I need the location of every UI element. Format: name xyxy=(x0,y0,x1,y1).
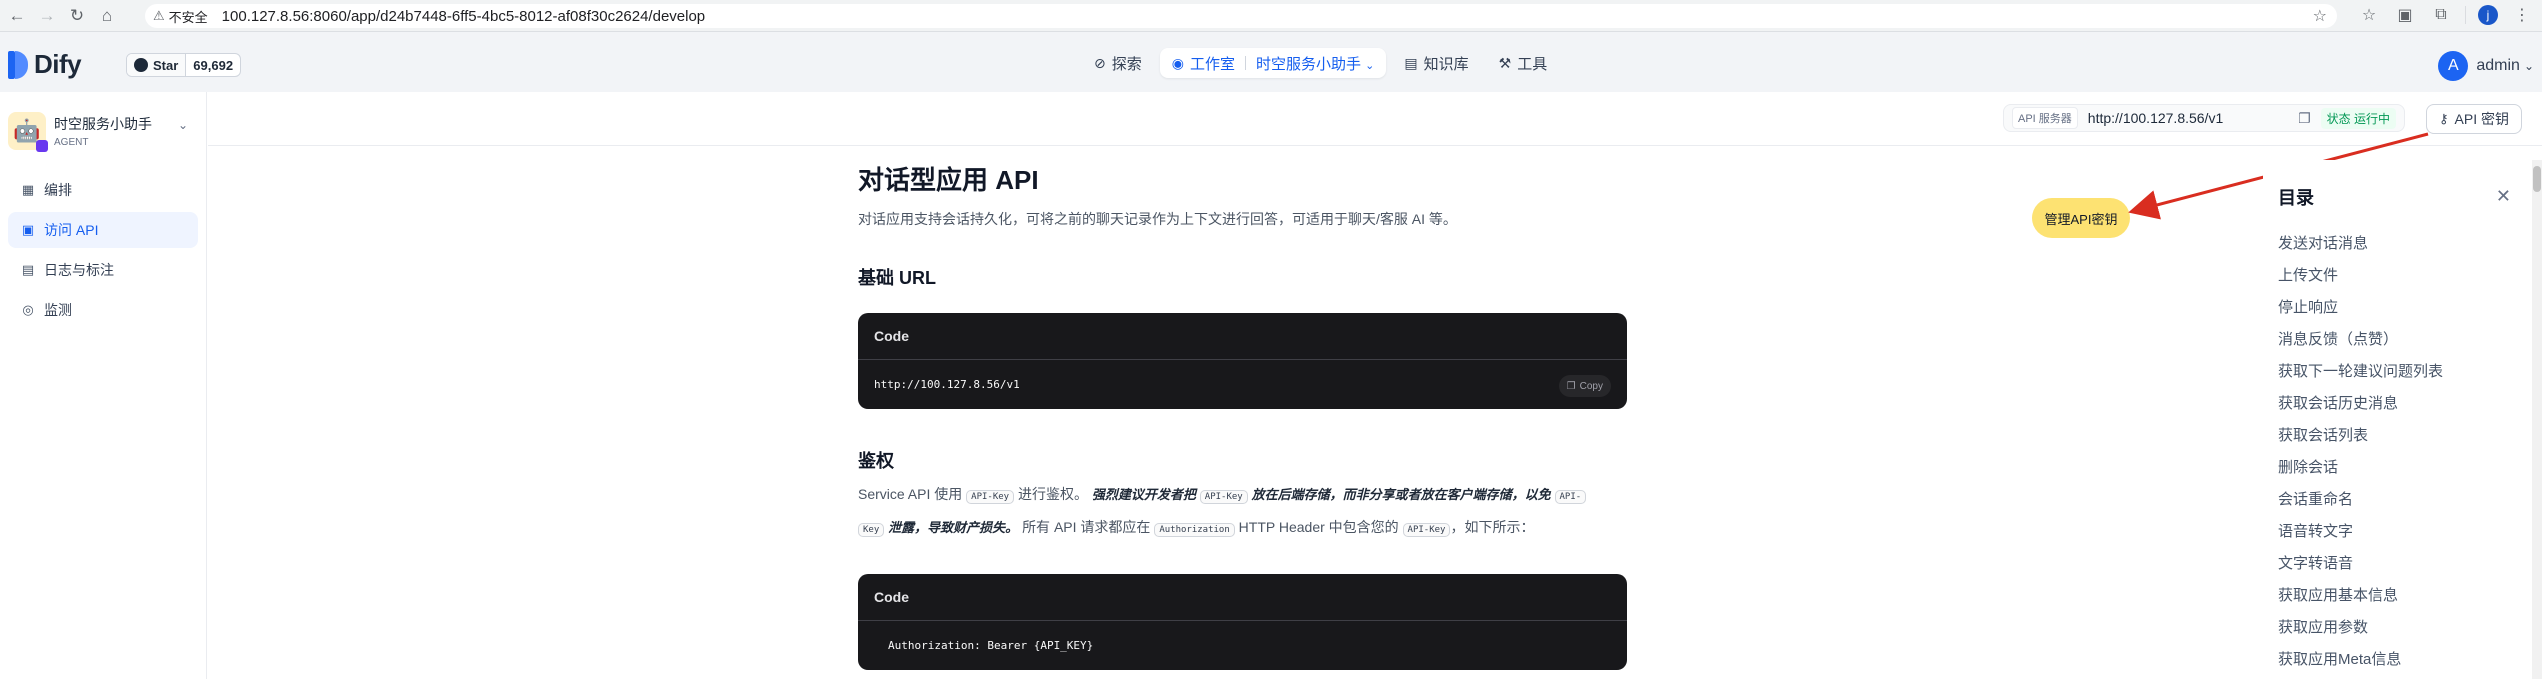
toc-item[interactable]: 消息反馈（点赞） xyxy=(2278,322,2527,354)
monitor-icon: ◎ xyxy=(22,302,34,317)
auth-paragraph: Service API 使用 API-Key 进行鉴权。 强烈建议开发者把 AP… xyxy=(858,479,1628,545)
app-name: 时空服务小助手 xyxy=(54,116,152,132)
favorites-icon[interactable]: ☆ xyxy=(2357,3,2381,27)
sidebar-item-monitor[interactable]: ◎ 监测 xyxy=(8,292,198,328)
copy-button[interactable]: ❐ Copy xyxy=(1558,375,1611,397)
annotation-callout: 管理API密钥 xyxy=(2032,198,2130,238)
nav-tools[interactable]: ⚒ 工具 xyxy=(1487,48,1560,78)
page-title: 对话型应用 API xyxy=(858,165,1039,195)
file-text-icon: ▤ xyxy=(21,262,35,277)
collections-icon[interactable]: ▣ xyxy=(2393,3,2417,27)
app-robot-icon: 🤖 xyxy=(8,112,48,152)
github-star-count: 69,692 xyxy=(193,57,234,73)
divider xyxy=(2465,6,2466,24)
nav-studio[interactable]: ◉ 工作室 时空服务小助手 ⌄ xyxy=(1159,48,1387,78)
layout-icon: ▦ xyxy=(21,182,35,197)
profile-avatar[interactable]: j xyxy=(2478,5,2498,25)
github-star-button[interactable]: Star 69,692 xyxy=(126,53,242,77)
agent-badge-icon xyxy=(36,140,48,152)
toc-title: 目录 xyxy=(2278,188,2314,208)
terminal-icon: ▣ xyxy=(21,222,35,237)
status-badge: 状态 运行中 xyxy=(2320,107,2396,129)
base-url-code: http://100.127.8.56/v1 xyxy=(874,378,1020,391)
address-bar[interactable]: ⚠ 不安全 100.127.8.56:8060/app/d24b7448-6ff… xyxy=(145,4,2337,28)
api-toolbar: API 服务器 http://100.127.8.56/v1 ❐ 状态 运行中 … xyxy=(208,92,2542,146)
scrollbar-thumb[interactable] xyxy=(2533,166,2541,192)
book-icon: ▤ xyxy=(1404,54,1418,71)
base-url-code-block: Code http://100.127.8.56/v1 ❐ Copy xyxy=(858,313,1627,409)
sidebar-item-orchestrate[interactable]: ▦ 编排 xyxy=(8,172,198,208)
toc-item[interactable]: 获取会话历史消息 xyxy=(2278,386,2527,418)
sidebar-item-logs[interactable]: ▤ 日志与标注 xyxy=(8,252,198,288)
app-info[interactable]: 🤖 时空服务小助手 AGENT xyxy=(0,92,206,152)
bookmark-star-icon[interactable]: ☆ xyxy=(2313,6,2327,26)
toc-item[interactable]: 获取应用参数 xyxy=(2278,610,2527,642)
api-server-panel: API 服务器 http://100.127.8.56/v1 ❐ 状态 运行中 xyxy=(2003,104,2405,132)
close-icon[interactable]: ✕ xyxy=(2496,186,2511,207)
sidebar: 🤖 时空服务小助手 AGENT ⌄ ▦ 编排 ▣ 访问 API ▤ 日志与标注 … xyxy=(0,92,207,679)
toc-item[interactable]: 停止响应 xyxy=(2278,290,2527,322)
api-doc: 对话型应用 API 对话应用支持会话持久化，可将之前的聊天记录作为上下文进行回答… xyxy=(858,160,1628,670)
back-icon[interactable]: ← xyxy=(4,3,30,29)
url-text: 100.127.8.56:8060/app/d24b7448-6ff5-4bc5… xyxy=(221,7,706,25)
base-url-heading: 基础 URL xyxy=(858,268,936,288)
app-switcher[interactable]: 时空服务小助手 ⌄ xyxy=(1256,53,1386,74)
browser-toolbar: ← → ↻ ⌂ ⚠ 不安全 100.127.8.56:8060/app/d24b… xyxy=(0,0,2542,32)
warning-icon: ⚠ xyxy=(153,8,165,23)
chevron-down-icon: ⌄ xyxy=(2523,59,2534,73)
toc-item[interactable]: 会话重命名 xyxy=(2278,482,2527,514)
user-menu[interactable]: A admin ⌄ xyxy=(2438,51,2534,81)
clipboard-icon: ❐ xyxy=(1566,380,1576,392)
compass-icon: ⊘ xyxy=(1094,54,1106,71)
nav-knowledge[interactable]: ▤ 知识库 xyxy=(1392,48,1480,78)
robot-icon: ◉ xyxy=(1171,54,1184,71)
toc-item[interactable]: 获取应用基本信息 xyxy=(2278,578,2527,610)
toc-item[interactable]: 删除会话 xyxy=(2278,450,2527,482)
avatar: A xyxy=(2438,51,2469,81)
logo-mark-icon xyxy=(8,50,28,79)
auth-heading: 鉴权 xyxy=(858,451,894,471)
logo-text: Dify xyxy=(34,49,82,79)
auth-code: Authorization: Bearer {API_KEY} xyxy=(888,639,1094,652)
github-icon xyxy=(134,58,148,72)
code-label: Code xyxy=(858,574,1627,621)
toc-item[interactable]: 获取会话列表 xyxy=(2278,418,2527,450)
toc-item[interactable]: 语音转文字 xyxy=(2278,514,2527,546)
scrollbar[interactable] xyxy=(2532,160,2542,679)
divider xyxy=(1244,56,1246,70)
toc-item[interactable]: 发送对话消息 xyxy=(2278,226,2527,258)
key-icon: ⚷ xyxy=(2439,111,2449,126)
api-server-url: http://100.127.8.56/v1 xyxy=(2087,110,2224,126)
copy-icon[interactable]: ❐ xyxy=(2298,110,2311,127)
chevron-down-icon[interactable]: ⌄ xyxy=(178,118,188,132)
home-icon[interactable]: ⌂ xyxy=(94,3,120,29)
top-nav: ⊘ 探索 ◉ 工作室 时空服务小助手 ⌄ ▤ 知识库 ⚒ 工具 xyxy=(1082,48,1559,78)
insecure-badge[interactable]: ⚠ 不安全 xyxy=(153,7,208,26)
hammer-icon: ⚒ xyxy=(1498,54,1512,71)
sidebar-menu: ▦ 编排 ▣ 访问 API ▤ 日志与标注 ◎ 监测 xyxy=(0,172,206,328)
user-name: admin xyxy=(2476,57,2520,74)
more-menu-icon[interactable]: ⋮ xyxy=(2510,3,2534,27)
code-label: Code xyxy=(858,313,1627,360)
chevron-down-icon: ⌄ xyxy=(1365,59,1375,72)
reload-icon[interactable]: ↻ xyxy=(64,3,90,29)
forward-icon[interactable]: → xyxy=(34,3,60,29)
table-of-contents: 目录 ✕ 发送对话消息 上传文件 停止响应 消息反馈（点赞） 获取下一轮建议问题… xyxy=(2263,160,2527,679)
auth-code-block: Code Authorization: Bearer {API_KEY} xyxy=(858,574,1627,670)
toc-item[interactable]: 获取应用Meta信息 xyxy=(2278,642,2527,674)
dify-logo[interactable]: Dify xyxy=(8,49,82,80)
app-header: Dify Star 69,692 ⊘ 探索 ◉ 工作室 时空服务小助手 ⌄ ▤ … xyxy=(0,32,2542,92)
toc-item[interactable]: 上传文件 xyxy=(2278,258,2527,290)
page-description: 对话应用支持会话持久化，可将之前的聊天记录作为上下文进行回答，可适用于聊天/客服… xyxy=(858,211,1457,227)
toc-list: 发送对话消息 上传文件 停止响应 消息反馈（点赞） 获取下一轮建议问题列表 获取… xyxy=(2278,226,2527,674)
api-key-button[interactable]: ⚷ API 密钥 xyxy=(2426,104,2522,134)
toc-item[interactable]: 文字转语音 xyxy=(2278,546,2527,578)
extensions-icon[interactable]: ⧉ xyxy=(2429,3,2453,27)
nav-explore[interactable]: ⊘ 探索 xyxy=(1082,48,1154,78)
sidebar-item-api-access[interactable]: ▣ 访问 API xyxy=(8,212,198,248)
toc-item[interactable]: 获取下一轮建议问题列表 xyxy=(2278,354,2527,386)
api-server-label: API 服务器 xyxy=(2012,107,2078,129)
app-type: AGENT xyxy=(54,137,89,148)
